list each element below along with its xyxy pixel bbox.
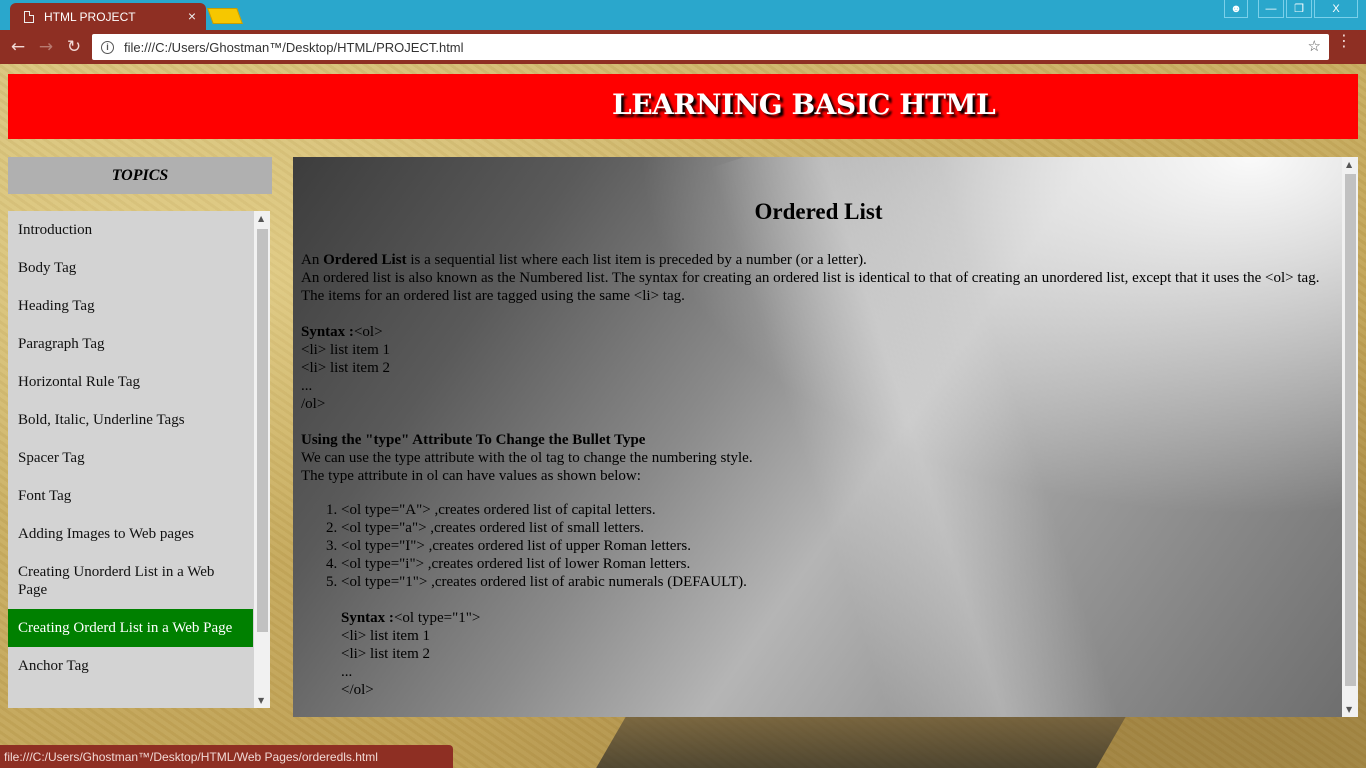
sidebar-item[interactable]: Heading Tag <box>8 287 253 325</box>
type-heading: Using the "type" Attribute To Change the… <box>301 432 646 448</box>
code-line: <li> list item 2 <box>301 360 391 376</box>
close-window-button[interactable]: X <box>1314 0 1358 18</box>
browser-toolbar: ← → ↻ i file:///C:/Users/Ghostman™/Deskt… <box>0 30 1366 64</box>
page-viewport: LEARNING BASIC HTML TOPICS Introduction B… <box>0 64 1366 768</box>
code-line: ... <box>301 378 313 394</box>
background-book <box>592 714 1128 768</box>
tab-title: HTML PROJECT <box>44 10 136 24</box>
article-heading: Ordered List <box>754 199 883 224</box>
window-controls: ☻ — ❐ X <box>1224 0 1358 18</box>
syntax2-label: Syntax : <box>341 610 394 626</box>
sidebar-item[interactable]: Creating Orderd List in a Web Page <box>8 609 253 647</box>
code-line: /ol> <box>301 396 326 412</box>
banner-title: LEARNING BASIC HTML <box>612 88 996 121</box>
scroll-up-icon[interactable]: ▲ <box>258 214 264 223</box>
code-line: <li> list item 1 <box>341 628 431 644</box>
intro-line2: An ordered list is also known as the Num… <box>301 270 1320 304</box>
syntax2-block: Syntax :<ol type="1"> <li> list item 1 <li… <box>341 609 1336 699</box>
url-text[interactable]: file:///C:/Users/Ghostman™/Desktop/HTML/… <box>124 40 464 55</box>
intro-rest: is a sequential list where each list ite… <box>406 252 867 268</box>
scrollbar-thumb[interactable] <box>1345 174 1356 686</box>
title-bar: HTML PROJECT × ☻ — ❐ X <box>0 0 1366 31</box>
page-icon <box>24 11 34 23</box>
content-frame: Ordered List An Ordered List is a sequen… <box>293 157 1358 717</box>
scroll-up-icon[interactable]: ▲ <box>1346 160 1352 169</box>
page-banner: LEARNING BASIC HTML <box>8 74 1358 139</box>
sidebar-item[interactable]: Introduction <box>8 211 253 249</box>
intro-prefix: An <box>301 252 324 268</box>
topics-list: Introduction Body Tag Heading Tag Paragraph… <box>8 211 270 685</box>
sidebar-item[interactable]: Spacer Tag <box>8 439 253 477</box>
address-bar[interactable]: i file:///C:/Users/Ghostman™/Desktop/HTM… <box>92 34 1329 60</box>
list-item: <ol type="a"> ,creates ordered list of s… <box>341 519 1336 537</box>
browser-tab[interactable]: HTML PROJECT × <box>10 3 206 31</box>
new-tab-button[interactable] <box>207 8 243 24</box>
status-url: file:///C:/Users/Ghostman™/Desktop/HTML/… <box>4 749 378 764</box>
status-bar: file:///C:/Users/Ghostman™/Desktop/HTML/… <box>0 745 453 768</box>
sidebar-item[interactable]: Body Tag <box>8 249 253 287</box>
sidebar-scrollbar[interactable]: ▲ ▼ <box>254 211 270 708</box>
list-item: <ol type="I"> ,creates ordered list of u… <box>341 537 1336 555</box>
intro-paragraph: An Ordered List is a sequential list whe… <box>301 251 1336 305</box>
code-line: ... <box>341 664 353 680</box>
sidebar-item[interactable]: Paragraph Tag <box>8 325 253 363</box>
syntax-block: Syntax :<ol> <li> list item 1 <li> list it… <box>301 323 1336 413</box>
code-line: <ol> <box>353 324 383 340</box>
list-item: <ol type="i"> ,creates ordered list of l… <box>341 555 1336 573</box>
article: Ordered List An Ordered List is a sequen… <box>301 157 1336 699</box>
scrollbar-thumb[interactable] <box>257 229 268 632</box>
topics-header: TOPICS <box>8 157 272 194</box>
type-line1: We can use the type attribute with the o… <box>301 450 753 466</box>
code-line: <li> list item 1 <box>301 342 391 358</box>
code-line: <li> list item 2 <box>341 646 431 662</box>
topics-sidebar: Introduction Body Tag Heading Tag Paragraph… <box>8 211 270 708</box>
list-item: <ol type="1"> ,creates ordered list of a… <box>341 573 1336 591</box>
sidebar-item[interactable]: Adding Images to Web pages <box>8 515 253 553</box>
intro-bold: Ordered List <box>323 252 407 268</box>
scroll-down-icon[interactable]: ▼ <box>1346 705 1352 714</box>
type-line2: The type attribute in ol can have values… <box>301 468 641 484</box>
sidebar-item[interactable]: Font Tag <box>8 477 253 515</box>
content-scrollbar[interactable]: ▲ ▼ <box>1342 157 1358 717</box>
user-icon[interactable]: ☻ <box>1224 0 1248 18</box>
tab-close-icon[interactable]: × <box>188 8 196 24</box>
sidebar-item[interactable]: Bold, Italic, Underline Tags <box>8 401 253 439</box>
sidebar-item[interactable]: Creating Unorderd List in a Web Page <box>8 553 253 609</box>
list-item: <ol type="A"> ,creates ordered list of c… <box>341 501 1336 519</box>
code-line: </ol> <box>341 682 374 698</box>
star-icon[interactable]: ☆ <box>1308 37 1321 55</box>
reload-icon[interactable]: ↻ <box>60 37 88 57</box>
code-line: <ol type="1"> <box>393 610 481 626</box>
menu-icon[interactable]: ⋮ <box>1336 33 1352 49</box>
sidebar-item[interactable]: Horizontal Rule Tag <box>8 363 253 401</box>
sidebar-item[interactable]: Anchor Tag <box>8 647 253 685</box>
maximize-button[interactable]: ❐ <box>1286 0 1312 18</box>
forward-arrow-icon[interactable]: → <box>32 37 60 57</box>
syntax-label: Syntax : <box>301 324 354 340</box>
type-list: <ol type="A"> ,creates ordered list of c… <box>341 501 1336 591</box>
minimize-button[interactable]: — <box>1258 0 1284 18</box>
info-icon[interactable]: i <box>101 40 114 54</box>
type-section: Using the "type" Attribute To Change the… <box>301 431 1336 485</box>
scroll-down-icon[interactable]: ▼ <box>258 696 264 705</box>
back-arrow-icon[interactable]: ← <box>4 37 32 57</box>
